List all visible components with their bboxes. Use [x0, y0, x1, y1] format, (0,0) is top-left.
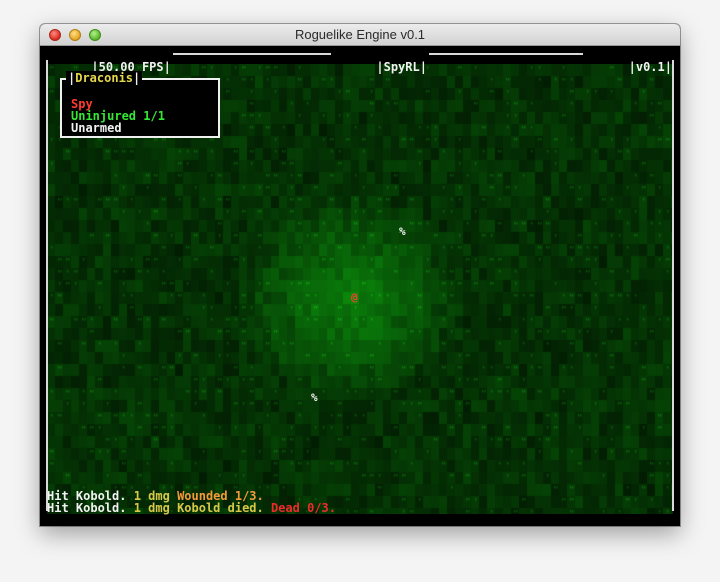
app-window: Roguelike Engine v0.1 |50.00 FPS| |SpyRL… — [40, 24, 680, 526]
item-corpse-glyph[interactable]: % — [399, 226, 406, 238]
version-label: |v0.1| — [583, 46, 674, 74]
game-name-label: |SpyRL| — [331, 46, 429, 74]
player-glyph[interactable]: @ — [351, 292, 358, 304]
game-viewport[interactable]: |50.00 FPS| |SpyRL| |v0.1| |Draconis| Sp… — [40, 46, 680, 526]
weapon-status: Unarmed — [71, 121, 122, 135]
item-corpse-glyph-2[interactable]: % — [311, 392, 318, 404]
window-title: Roguelike Engine v0.1 — [294, 27, 426, 42]
message-log-line-2: Hit Kobold. 1 dmg Kobold died. Dead 0/3. — [47, 501, 337, 515]
title-bar[interactable]: Roguelike Engine v0.1 — [40, 24, 680, 46]
character-panel: |Draconis| Spy Uninjured 1/1 Unarmed — [60, 71, 220, 138]
fps-counter: |50.00 FPS| — [46, 46, 173, 74]
character-name: |Draconis| — [66, 71, 143, 85]
